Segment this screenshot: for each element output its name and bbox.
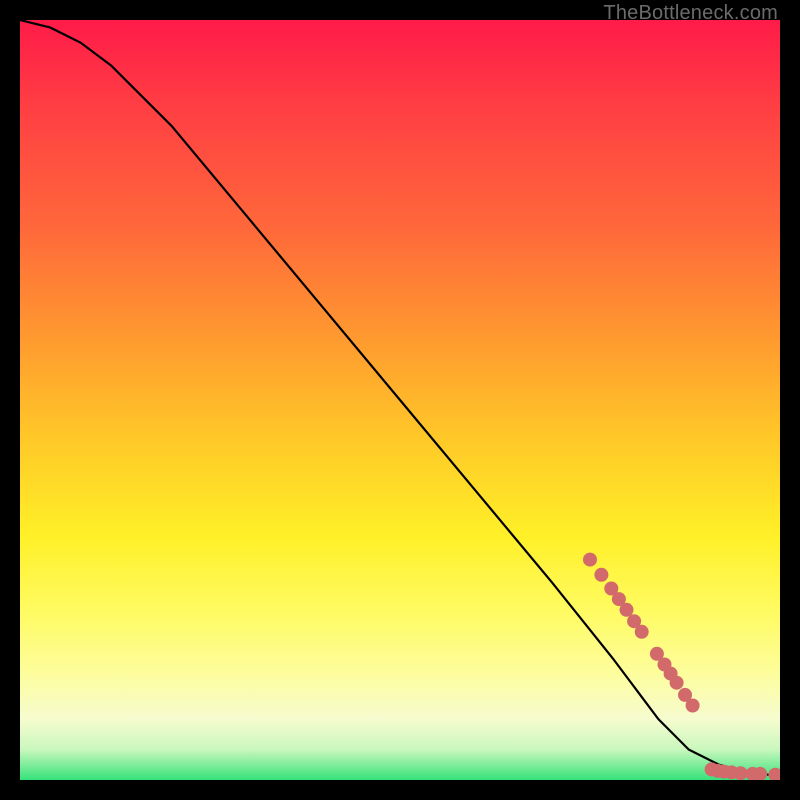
scatter-points <box>583 553 780 780</box>
scatter-dot <box>670 676 684 690</box>
scatter-dot <box>594 568 608 582</box>
scatter-dot <box>620 603 634 617</box>
chart-svg <box>20 20 780 780</box>
scatter-dot <box>768 768 780 780</box>
scatter-dot <box>635 625 649 639</box>
plot-area <box>20 20 780 780</box>
scatter-dot <box>686 699 700 713</box>
scatter-dot <box>734 766 748 780</box>
chart-stage: TheBottleneck.com <box>0 0 800 800</box>
scatter-dot <box>583 553 597 567</box>
